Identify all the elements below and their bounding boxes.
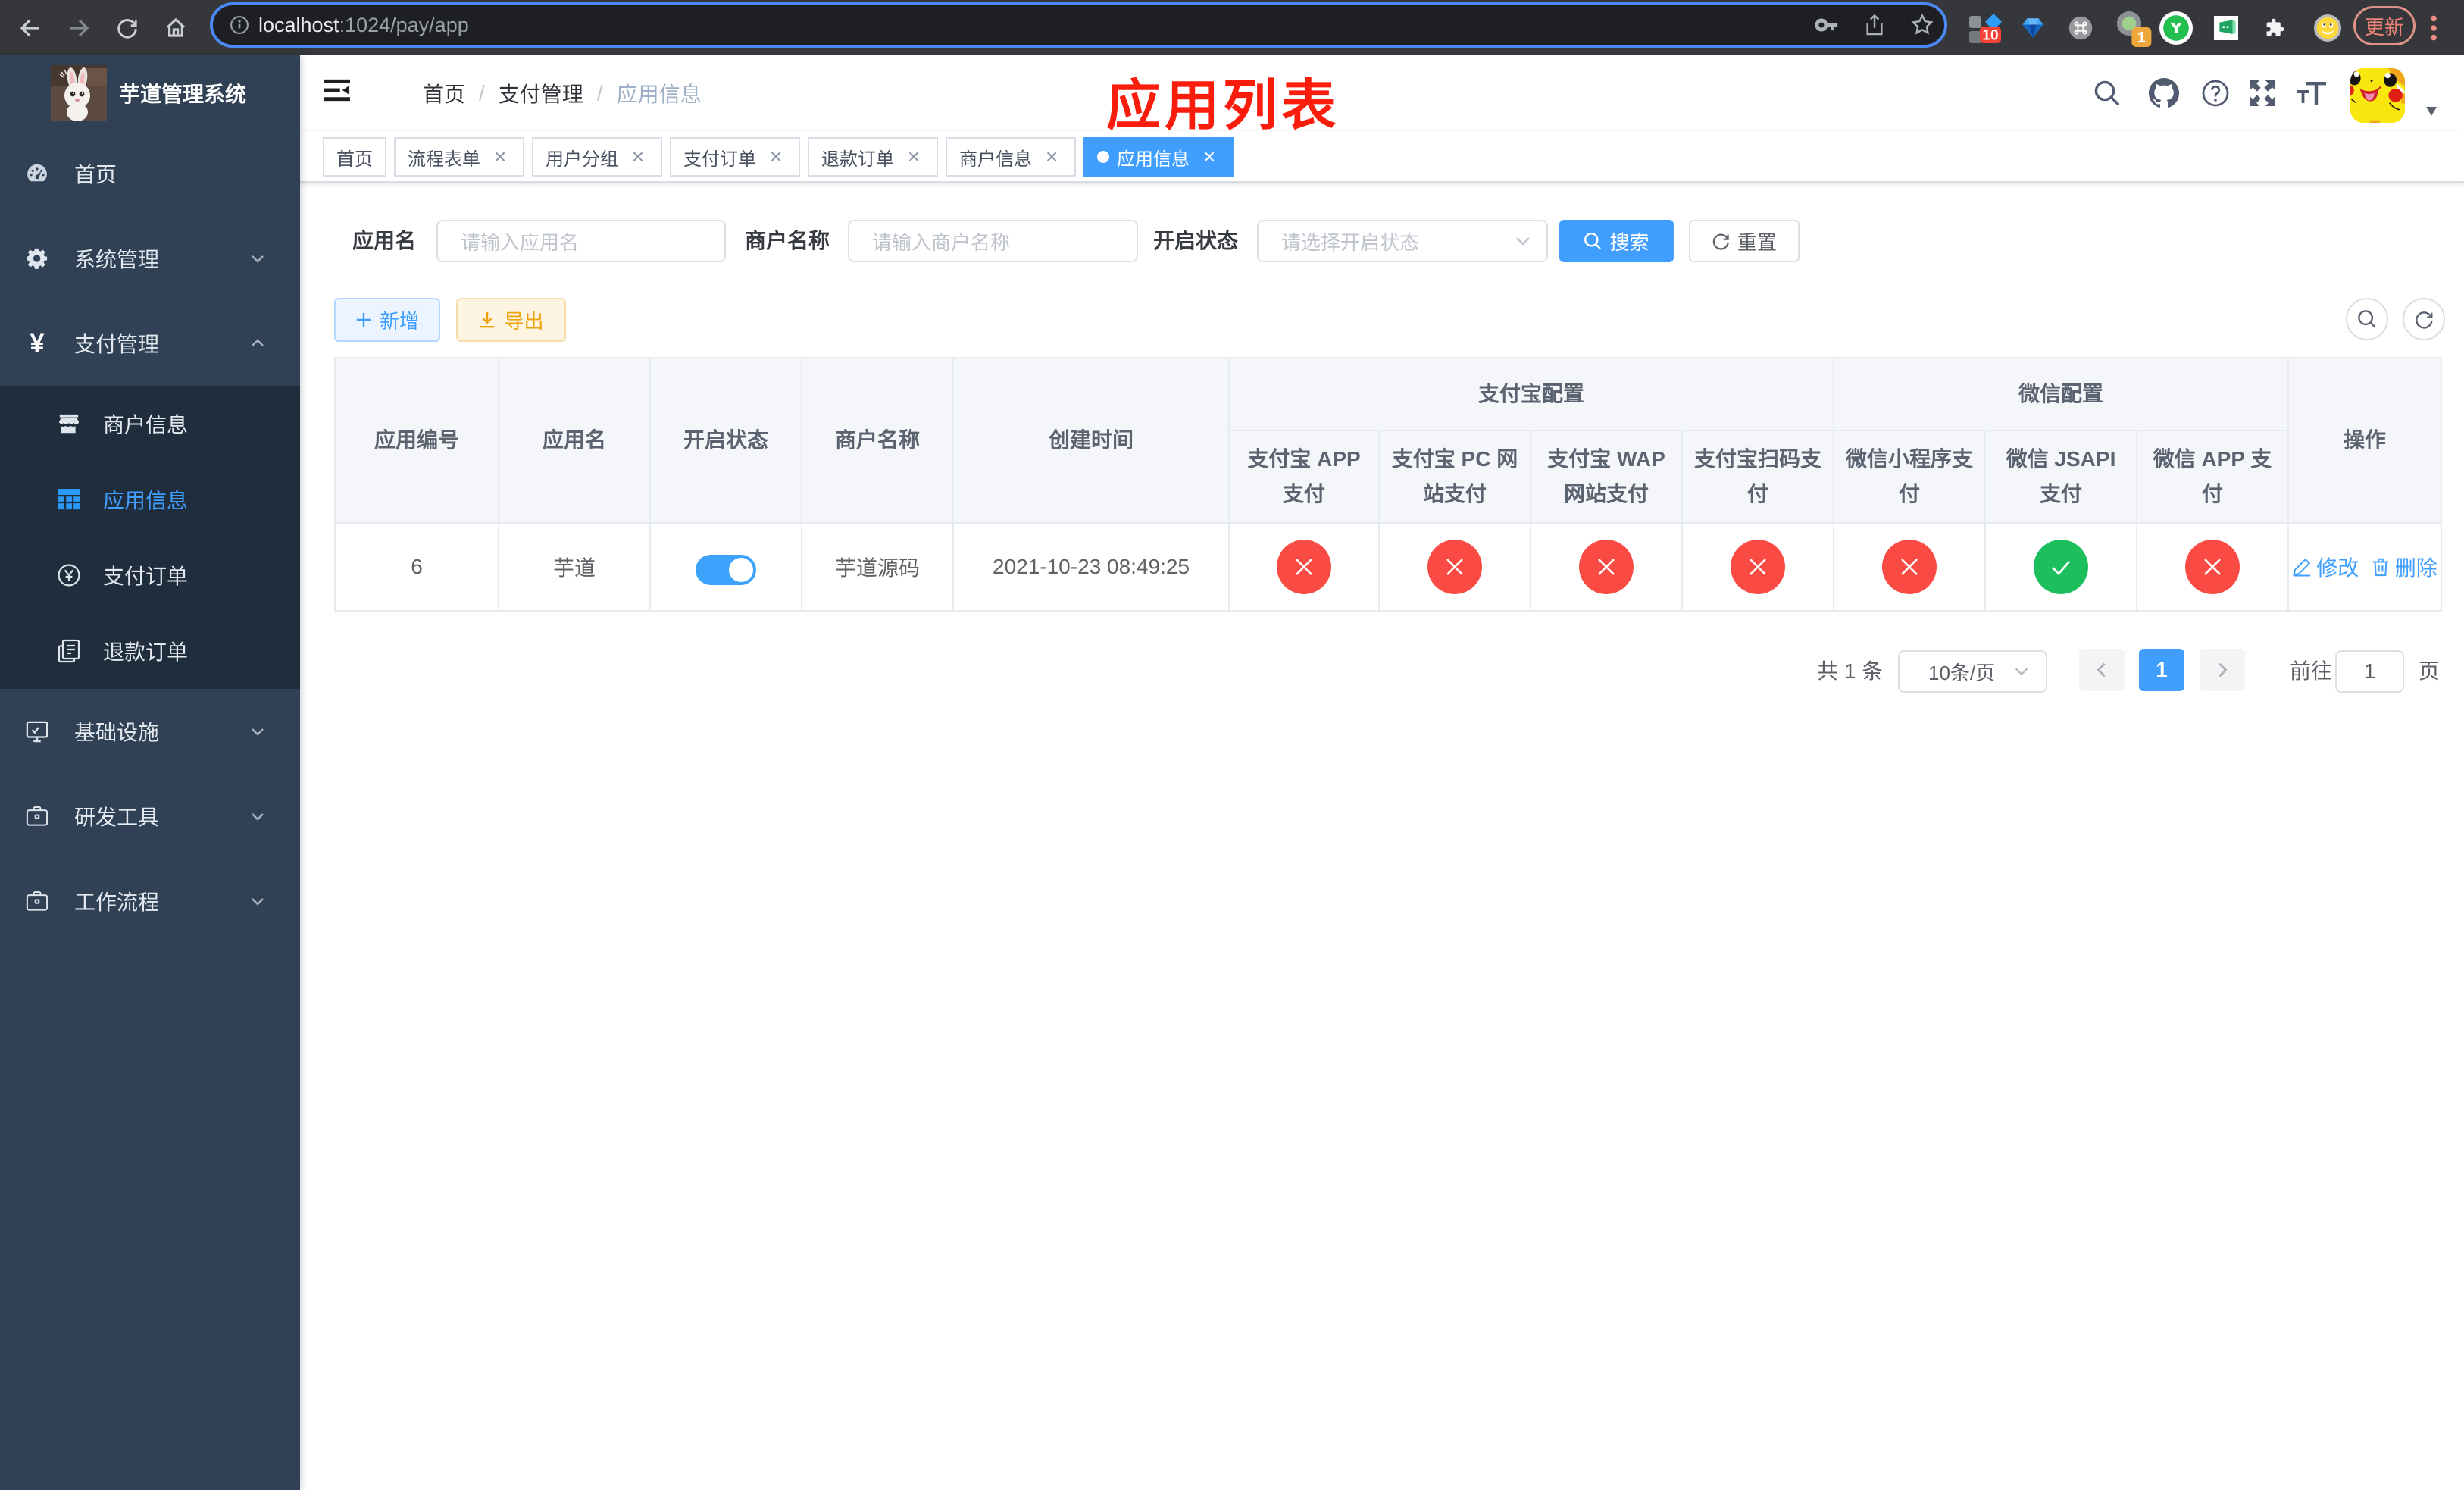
- svg-text:1: 1: [2137, 30, 2146, 46]
- svg-text:10: 10: [1982, 27, 1998, 43]
